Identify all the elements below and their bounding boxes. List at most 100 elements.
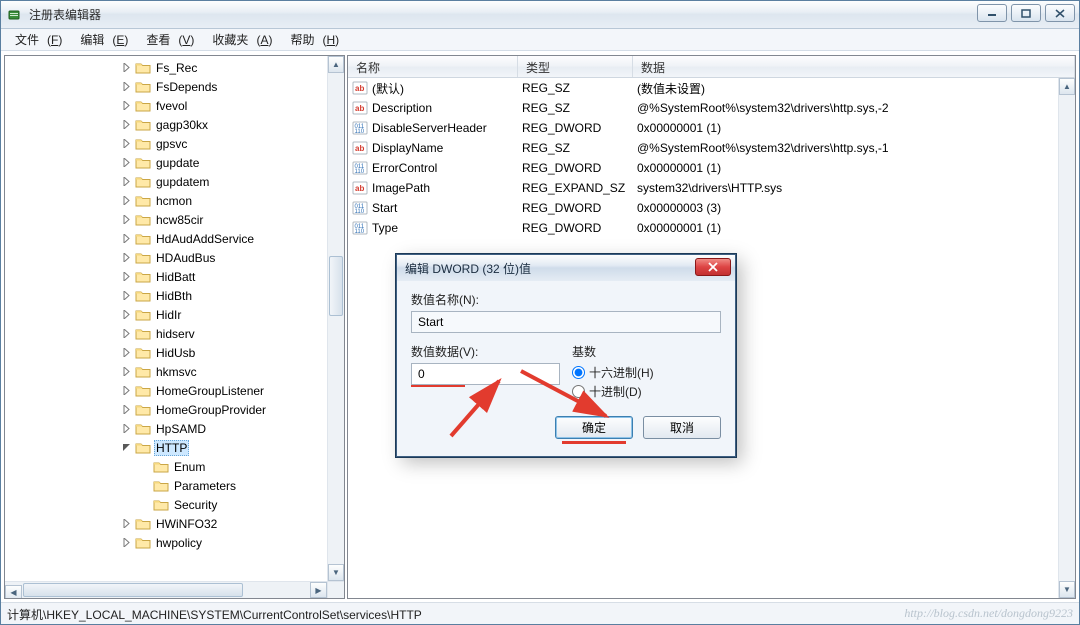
radio-hex-input[interactable] xyxy=(572,366,585,379)
expand-icon[interactable] xyxy=(121,100,132,111)
scroll-right-button[interactable]: ▶ xyxy=(310,582,327,598)
value-name-field[interactable] xyxy=(411,311,721,333)
list-row[interactable]: abImagePathREG_EXPAND_SZsystem32\drivers… xyxy=(348,178,1075,198)
reg-sz-icon: ab xyxy=(352,100,368,116)
column-data[interactable]: 数据 xyxy=(633,56,1075,77)
tree-item-label: Enum xyxy=(172,460,207,474)
tree-item[interactable]: HdAudAddService xyxy=(5,229,344,248)
scroll-up-button[interactable]: ▲ xyxy=(328,56,344,73)
expand-icon[interactable] xyxy=(121,518,132,529)
expand-icon[interactable] xyxy=(121,214,132,225)
tree-item[interactable]: Fs_Rec xyxy=(5,58,344,77)
scroll-corner xyxy=(327,581,344,598)
tree-horizontal-scrollbar[interactable]: ◀ ▶ xyxy=(5,581,327,598)
ok-button[interactable]: 确定 xyxy=(555,416,633,439)
tree-item[interactable]: hkmsvc xyxy=(5,362,344,381)
dialog-titlebar[interactable]: 编辑 DWORD (32 位)值 xyxy=(397,255,735,281)
column-type[interactable]: 类型 xyxy=(518,56,633,77)
tree-item[interactable]: gupdatem xyxy=(5,172,344,191)
tree-item[interactable]: hcw85cir xyxy=(5,210,344,229)
minimize-button[interactable] xyxy=(977,4,1007,22)
expand-icon[interactable] xyxy=(121,119,132,130)
collapse-icon[interactable] xyxy=(121,442,132,453)
expand-icon[interactable] xyxy=(121,252,132,263)
list-row[interactable]: 011110StartREG_DWORD0x00000003 (3) xyxy=(348,198,1075,218)
tree-item[interactable]: HWiNFO32 xyxy=(5,514,344,533)
column-name[interactable]: 名称 xyxy=(348,56,518,77)
menu-edit[interactable]: 编辑(E) xyxy=(72,29,136,50)
close-button[interactable] xyxy=(1045,4,1075,22)
tree-item[interactable]: gagp30kx xyxy=(5,115,344,134)
tree-item[interactable]: Security xyxy=(5,495,344,514)
scroll-down-button[interactable]: ▼ xyxy=(328,564,344,581)
tree-item[interactable]: HidUsb xyxy=(5,343,344,362)
scroll-down-button[interactable]: ▼ xyxy=(1059,581,1075,598)
tree-item[interactable]: hwpolicy xyxy=(5,533,344,552)
tree-item[interactable]: HomeGroupProvider xyxy=(5,400,344,419)
expand-icon[interactable] xyxy=(121,366,132,377)
list-row[interactable]: ab(默认)REG_SZ(数值未设置) xyxy=(348,78,1075,98)
expand-icon[interactable] xyxy=(121,138,132,149)
expand-icon[interactable] xyxy=(121,537,132,548)
tree-item[interactable]: HpSAMD xyxy=(5,419,344,438)
expand-icon[interactable] xyxy=(121,347,132,358)
expand-icon[interactable] xyxy=(121,423,132,434)
scroll-up-button[interactable]: ▲ xyxy=(1059,78,1075,95)
expand-icon[interactable] xyxy=(121,309,132,320)
radio-dec-input[interactable] xyxy=(572,385,585,398)
expand-icon[interactable] xyxy=(121,328,132,339)
expand-icon[interactable] xyxy=(121,176,132,187)
tree-item[interactable]: hcmon xyxy=(5,191,344,210)
value-data-field[interactable] xyxy=(411,363,560,385)
list-header[interactable]: 名称 类型 数据 xyxy=(348,56,1075,78)
menu-file[interactable]: 文件(F) xyxy=(7,29,70,50)
radio-hex[interactable]: 十六进制(H) xyxy=(572,364,721,381)
tree-item[interactable]: HDAudBus xyxy=(5,248,344,267)
tree-item[interactable]: Parameters xyxy=(5,476,344,495)
values-list[interactable]: ab(默认)REG_SZ(数值未设置)abDescriptionREG_SZ@%… xyxy=(348,78,1075,238)
list-row[interactable]: abDisplayNameREG_SZ@%SystemRoot%\system3… xyxy=(348,138,1075,158)
radio-dec[interactable]: 十进制(D) xyxy=(572,383,721,400)
scroll-thumb[interactable] xyxy=(329,256,343,316)
list-row[interactable]: 011110TypeREG_DWORD0x00000001 (1) xyxy=(348,218,1075,238)
expand-icon[interactable] xyxy=(121,290,132,301)
tree-item[interactable]: HidIr xyxy=(5,305,344,324)
dialog-close-button[interactable] xyxy=(695,258,731,276)
value-data-label: 数值数据(V): xyxy=(411,343,560,360)
list-row[interactable]: 011110DisableServerHeaderREG_DWORD0x0000… xyxy=(348,118,1075,138)
expand-icon[interactable] xyxy=(121,233,132,244)
list-row[interactable]: abDescriptionREG_SZ@%SystemRoot%\system3… xyxy=(348,98,1075,118)
tree-item[interactable]: gupdate xyxy=(5,153,344,172)
expand-icon[interactable] xyxy=(121,157,132,168)
value-name: Start xyxy=(372,201,397,215)
tree-vertical-scrollbar[interactable]: ▲ ▼ xyxy=(327,56,344,581)
scroll-thumb[interactable] xyxy=(23,583,243,597)
menu-view[interactable]: 查看(V) xyxy=(138,29,202,50)
tree-item-label: fvevol xyxy=(154,99,189,113)
folder-icon xyxy=(135,327,151,341)
tree-item[interactable]: gpsvc xyxy=(5,134,344,153)
folder-icon xyxy=(135,213,151,227)
menu-favorites[interactable]: 收藏夹(A) xyxy=(204,29,280,50)
tree-item[interactable]: Enum xyxy=(5,457,344,476)
tree-item[interactable]: FsDepends xyxy=(5,77,344,96)
tree-item[interactable]: HidBth xyxy=(5,286,344,305)
list-row[interactable]: 011110ErrorControlREG_DWORD0x00000001 (1… xyxy=(348,158,1075,178)
registry-tree[interactable]: Fs_RecFsDependsfvevolgagp30kxgpsvcgupdat… xyxy=(5,56,344,552)
expand-icon[interactable] xyxy=(121,404,132,415)
menu-help[interactable]: 帮助(H) xyxy=(282,29,347,50)
list-vertical-scrollbar[interactable]: ▲ ▼ xyxy=(1058,78,1075,598)
expand-icon[interactable] xyxy=(121,385,132,396)
tree-item[interactable]: HTTP xyxy=(5,438,344,457)
tree-item[interactable]: HidBatt xyxy=(5,267,344,286)
cancel-button[interactable]: 取消 xyxy=(643,416,721,439)
expand-icon[interactable] xyxy=(121,81,132,92)
scroll-left-button[interactable]: ◀ xyxy=(5,585,22,600)
expand-icon[interactable] xyxy=(121,271,132,282)
expand-icon[interactable] xyxy=(121,62,132,73)
tree-item[interactable]: fvevol xyxy=(5,96,344,115)
expand-icon[interactable] xyxy=(121,195,132,206)
tree-item[interactable]: HomeGroupListener xyxy=(5,381,344,400)
tree-item[interactable]: hidserv xyxy=(5,324,344,343)
maximize-button[interactable] xyxy=(1011,4,1041,22)
